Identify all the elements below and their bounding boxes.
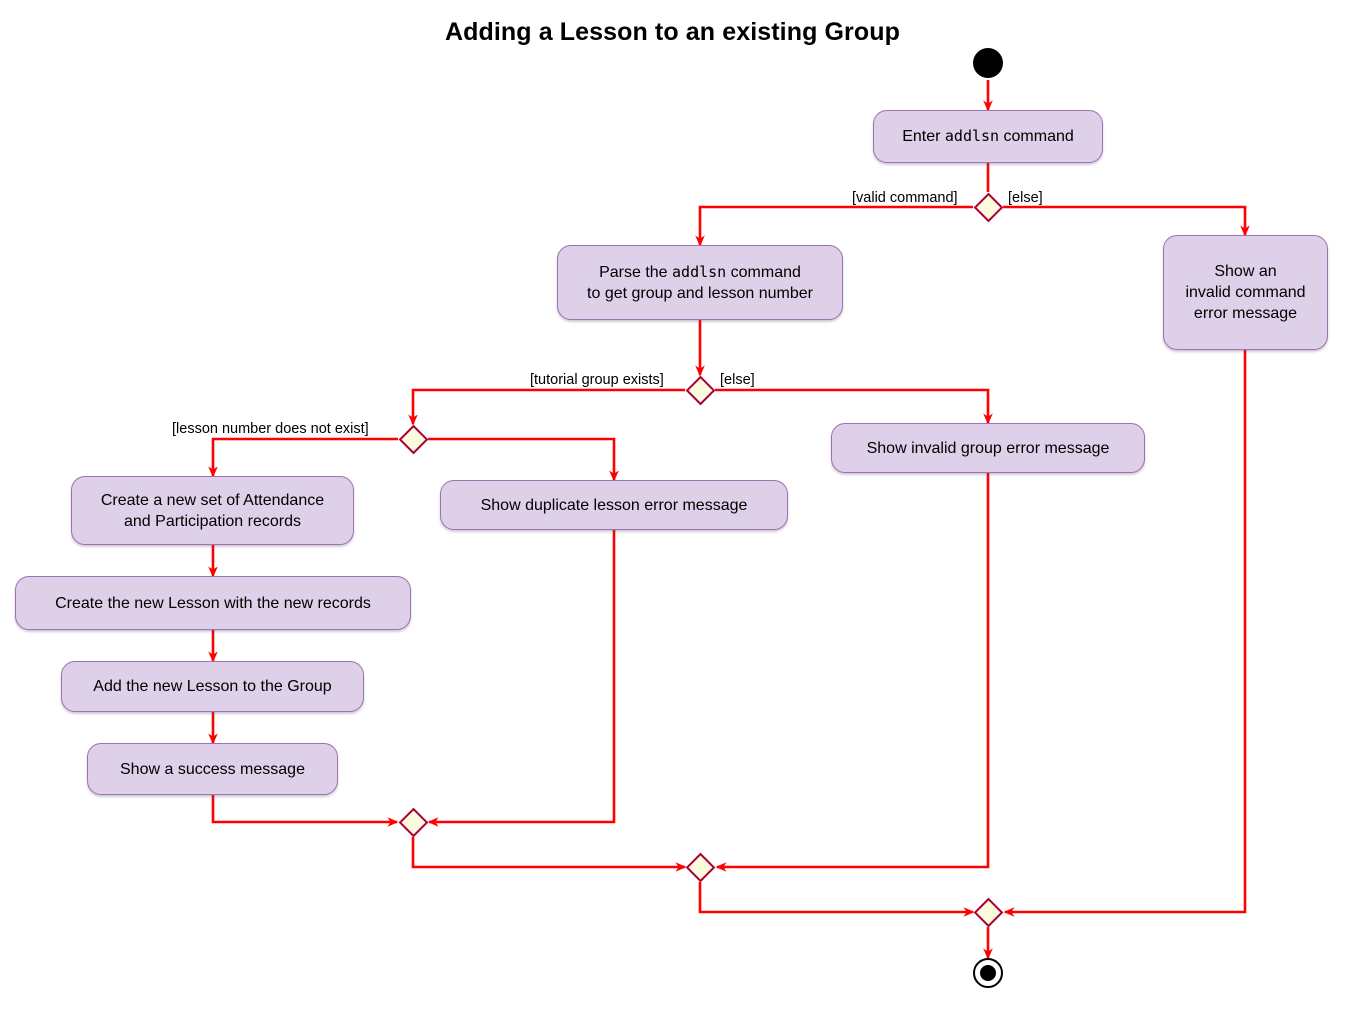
activity-create-records[interactable]: Create a new set of Attendance and Parti… (71, 476, 354, 545)
activity-invalid-command-error[interactable]: Show an invalid command error message (1163, 235, 1328, 350)
decision-group-exists[interactable] (685, 375, 715, 405)
text-segment: to get group and lesson number (587, 284, 813, 302)
command-token: addlsn (672, 262, 727, 281)
activity-label: Enter addlsn command (886, 126, 1090, 147)
activity-success-message[interactable]: Show a success message (87, 743, 338, 795)
decision-command-valid[interactable] (973, 192, 1003, 222)
diamond-shape (685, 852, 715, 882)
diamond-shape (685, 375, 715, 405)
guard-tutorial-group-exists: [tutorial group exists] (530, 372, 664, 388)
activity-label: Create a new set of Attendance and Parti… (100, 491, 325, 530)
guard-valid-command: [valid command] (852, 190, 958, 206)
merge-group-branch (685, 852, 715, 882)
guard-else-command: [else] (1008, 190, 1043, 206)
merge-lesson-branch (398, 807, 428, 837)
node-layer: Enter addlsn command [valid command] [el… (0, 0, 1345, 1009)
activity-label: Parse the addlsn command to get group and… (570, 262, 830, 304)
text-segment: command (726, 263, 801, 281)
text-segment: Parse the (599, 263, 673, 281)
start-node (973, 48, 1003, 78)
activity-label: Show an invalid command error message (1185, 263, 1306, 322)
activity-invalid-group-error[interactable]: Show invalid group error message (831, 423, 1145, 473)
activity-label: Add the new Lesson to the Group (93, 678, 332, 695)
guard-else-group: [else] (720, 372, 755, 388)
activity-label: Show duplicate lesson error message (480, 496, 748, 514)
activity-label: Show a success message (120, 760, 305, 778)
activity-add-lesson-to-group[interactable]: Add the new Lesson to the Group (61, 661, 364, 712)
text-segment: command (999, 128, 1074, 145)
activity-parse-command[interactable]: Parse the addlsn command to get group and… (557, 245, 843, 320)
decision-lesson-exists[interactable] (398, 424, 428, 454)
merge-command-branch (973, 897, 1003, 927)
activity-duplicate-lesson-error[interactable]: Show duplicate lesson error message (440, 480, 788, 530)
activity-diagram-canvas: Adding a Lesson to an existing Group Ent… (0, 0, 1345, 1009)
end-node (973, 958, 1003, 988)
activity-create-lesson[interactable]: Create the new Lesson with the new recor… (15, 576, 411, 630)
activity-enter-addlsn-command[interactable]: Enter addlsn command (873, 110, 1103, 163)
diamond-shape (398, 424, 428, 454)
diamond-shape (973, 897, 1003, 927)
text-segment: Enter (902, 128, 945, 145)
command-token: addlsn (944, 127, 1000, 145)
activity-label: Show invalid group error message (866, 439, 1110, 457)
activity-label: Create the new Lesson with the new recor… (55, 594, 371, 612)
diamond-shape (973, 192, 1003, 222)
diamond-shape (398, 807, 428, 837)
guard-lesson-number-does-not-exist: [lesson number does not exist] (172, 421, 369, 437)
